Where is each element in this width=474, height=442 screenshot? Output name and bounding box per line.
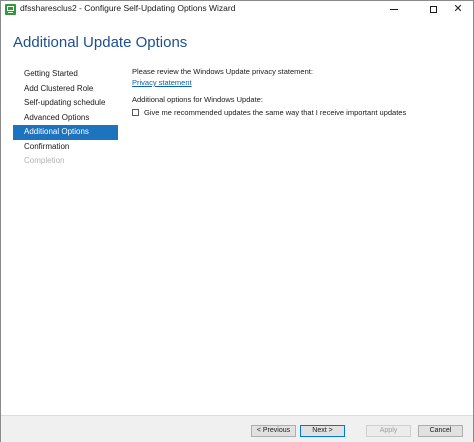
recommended-updates-checkbox[interactable] [132, 109, 139, 116]
wizard-window: dfssharesclus2 - Configure Self-Updating… [0, 0, 474, 442]
cancel-button[interactable]: Cancel [418, 425, 463, 437]
nav-item-advanced-options[interactable]: Advanced Options [13, 111, 118, 126]
maximize-icon [429, 6, 437, 13]
nav-item-self-updating-schedule[interactable]: Self-updating schedule [13, 96, 118, 111]
privacy-prompt: Please review the Windows Update privacy… [132, 67, 313, 76]
page-title: Additional Update Options [13, 34, 188, 51]
apply-button: Apply [366, 425, 411, 437]
cluster-app-icon [5, 4, 16, 15]
minimize-button[interactable] [379, 1, 409, 18]
nav-item-additional-options[interactable]: Additional Options [13, 125, 118, 140]
nav-item-getting-started[interactable]: Getting Started [13, 67, 118, 82]
privacy-statement-link[interactable]: Privacy statement [132, 78, 192, 87]
next-button[interactable]: Next > [300, 425, 345, 437]
wizard-steps-nav: Getting Started Add Clustered Role Self-… [13, 67, 118, 169]
wizard-header: Additional Update Options [1, 18, 473, 63]
previous-button[interactable]: < Previous [251, 425, 296, 437]
title-bar: dfssharesclus2 - Configure Self-Updating… [1, 1, 473, 18]
nav-item-add-clustered-role[interactable]: Add Clustered Role [13, 82, 118, 97]
recommended-updates-label[interactable]: Give me recommended updates the same way… [144, 108, 406, 117]
options-panel: Please review the Windows Update privacy… [132, 67, 467, 117]
close-icon: ✕ [453, 3, 463, 15]
nav-item-completion: Completion [24, 156, 65, 165]
recommended-updates-option[interactable]: Give me recommended updates the same way… [132, 108, 467, 117]
minimize-icon [390, 9, 398, 10]
wizard-footer: < Previous Next > Apply Cancel [1, 415, 473, 442]
window-title: dfssharesclus2 - Configure Self-Updating… [20, 3, 236, 13]
additional-options-label: Additional options for Windows Update: [132, 95, 263, 104]
nav-item-confirmation[interactable]: Confirmation [13, 140, 118, 155]
close-button[interactable]: ✕ [443, 1, 473, 18]
